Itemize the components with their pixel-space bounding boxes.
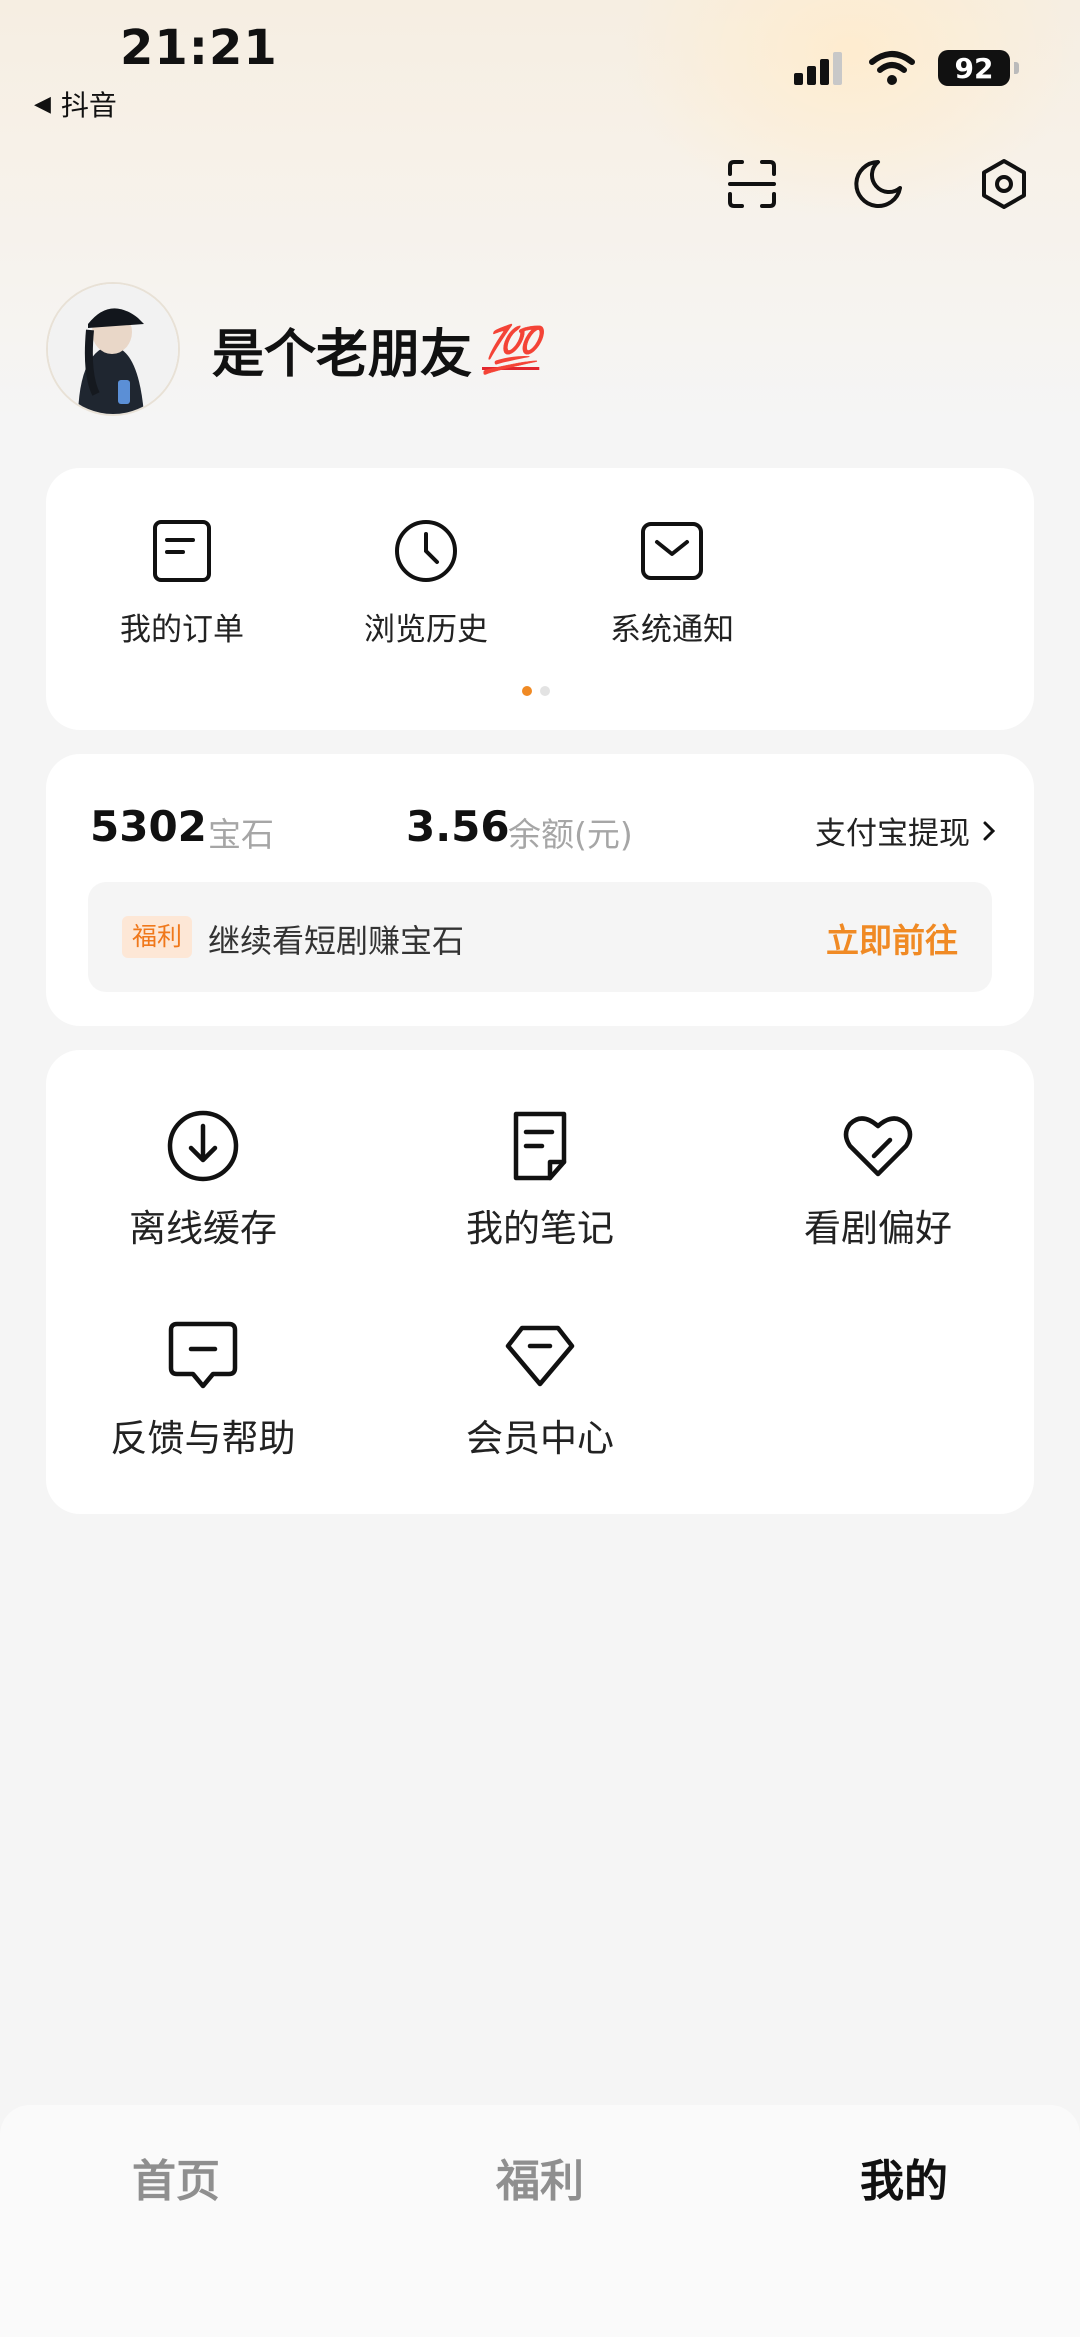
quick-entry-label: 浏览历史 bbox=[364, 612, 488, 648]
clock-icon bbox=[395, 520, 457, 582]
feedback-help-entry[interactable]: 反馈与帮助 bbox=[83, 1318, 323, 1462]
wallet-card: 5302 宝石 3.56 余额(元) 支付宝提现 福利 继续看短剧赚宝石 立即前… bbox=[46, 754, 1034, 1026]
chevron-right-icon bbox=[983, 821, 996, 840]
promo-tag: 福利 bbox=[122, 916, 193, 958]
tool-label: 我的笔记 bbox=[466, 1207, 614, 1250]
tool-label: 会员中心 bbox=[466, 1417, 614, 1460]
page-dot bbox=[540, 686, 550, 696]
tab-home[interactable]: 首页 bbox=[132, 2145, 220, 2209]
promo-go-button[interactable]: 立即前往 bbox=[826, 914, 958, 962]
page-dot-active bbox=[522, 686, 532, 696]
username-text: 是个老朋友 bbox=[212, 325, 473, 385]
diamond-icon bbox=[505, 1325, 575, 1387]
battery-indicator: 92 bbox=[938, 50, 1019, 86]
scan-icon[interactable] bbox=[726, 158, 778, 210]
order-icon bbox=[153, 520, 211, 582]
avatar[interactable] bbox=[46, 282, 180, 416]
alipay-withdraw-link[interactable]: 支付宝提现 bbox=[815, 808, 996, 853]
system-notice-entry[interactable]: 系统通知 bbox=[592, 518, 752, 649]
balance-unit: 余额(元) bbox=[508, 815, 633, 854]
back-app-label: 抖音 bbox=[60, 89, 117, 122]
note-icon bbox=[513, 1111, 567, 1181]
page-indicator bbox=[522, 686, 550, 696]
settings-icon[interactable] bbox=[978, 158, 1030, 210]
signal-icon bbox=[794, 52, 842, 85]
back-to-app-link[interactable]: ◀ 抖音 bbox=[34, 84, 117, 124]
gems-unit: 宝石 bbox=[208, 815, 274, 854]
quick-entry-card: 我的订单 浏览历史 系统通知 bbox=[46, 468, 1034, 730]
avatar-image bbox=[48, 284, 178, 414]
bottom-tab-bar: 首页 福利 我的 bbox=[0, 2105, 1080, 2337]
back-triangle-icon: ◀ bbox=[34, 91, 51, 117]
heart-icon bbox=[843, 1116, 913, 1177]
header-actions bbox=[726, 158, 1030, 210]
quick-entry-label: 系统通知 bbox=[610, 612, 734, 648]
member-center-entry[interactable]: 会员中心 bbox=[420, 1318, 660, 1462]
status-icons: 92 bbox=[792, 50, 1019, 86]
tab-welfare[interactable]: 福利 bbox=[496, 2145, 584, 2209]
quick-entry-label: 我的订单 bbox=[120, 612, 244, 648]
mail-icon bbox=[641, 522, 703, 580]
moon-icon[interactable] bbox=[852, 158, 904, 210]
status-time: 21:21 bbox=[120, 20, 278, 76]
hundred-emoji: 💯 bbox=[482, 322, 540, 376]
gems-value[interactable]: 5302 bbox=[90, 802, 207, 851]
promo-banner[interactable]: 福利 继续看短剧赚宝石 立即前往 bbox=[88, 882, 992, 992]
browse-history-entry[interactable]: 浏览历史 bbox=[346, 518, 506, 649]
tool-label: 离线缓存 bbox=[129, 1207, 277, 1250]
wifi-icon bbox=[869, 51, 915, 85]
tools-card: 离线缓存 我的笔记 看剧偏好 反馈与帮助 会员中心 bbox=[46, 1050, 1034, 1514]
download-icon bbox=[167, 1110, 239, 1182]
username: 是个老朋友 💯 bbox=[212, 312, 539, 387]
promo-text: 继续看短剧赚宝石 bbox=[208, 922, 465, 960]
tab-mine[interactable]: 我的 bbox=[860, 2145, 948, 2209]
my-notes-entry[interactable]: 我的笔记 bbox=[420, 1108, 660, 1252]
withdraw-label: 支付宝提现 bbox=[815, 816, 970, 852]
balance-value[interactable]: 3.56 bbox=[406, 802, 510, 851]
offline-cache-entry[interactable]: 离线缓存 bbox=[83, 1108, 323, 1252]
feedback-icon bbox=[168, 1321, 238, 1389]
watch-preference-entry[interactable]: 看剧偏好 bbox=[758, 1108, 998, 1252]
my-orders-entry[interactable]: 我的订单 bbox=[102, 518, 262, 649]
tool-label: 反馈与帮助 bbox=[110, 1417, 296, 1460]
tool-label: 看剧偏好 bbox=[804, 1207, 952, 1250]
